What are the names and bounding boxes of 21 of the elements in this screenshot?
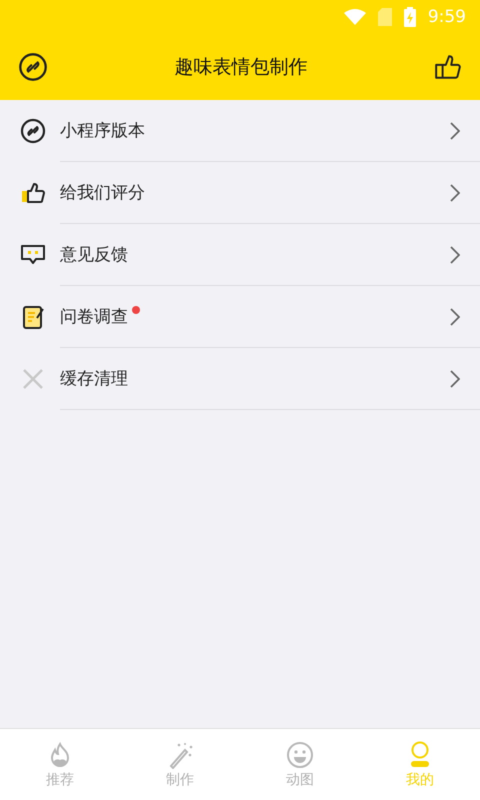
chevron-right-icon[interactable]: [450, 246, 460, 264]
menu-item-label[interactable]: 缓存清理: [60, 367, 128, 390]
chevron-right-icon[interactable]: [450, 308, 460, 326]
battery-charging-icon: [404, 6, 416, 26]
clock-time: 9:59: [428, 6, 466, 26]
thumbs-up-icon: [20, 180, 46, 206]
chevron-right-icon[interactable]: [450, 370, 460, 388]
smiley-icon: [286, 740, 314, 768]
wifi-icon: [344, 8, 366, 24]
chevron-right-icon[interactable]: [450, 122, 460, 140]
link-icon: [20, 118, 46, 144]
menu-item-label[interactable]: 问卷调查: [60, 305, 128, 328]
menu-item-label[interactable]: 给我们评分: [60, 181, 145, 204]
no-sim-icon: [378, 8, 392, 26]
menu-item-label[interactable]: 小程序版本: [60, 119, 145, 142]
menu-item-label[interactable]: 意见反馈: [60, 243, 128, 266]
thumbs-up-icon[interactable]: [434, 52, 462, 80]
link-icon[interactable]: [18, 52, 48, 82]
chevron-right-icon[interactable]: [450, 184, 460, 202]
notepad-icon: [20, 304, 46, 330]
page-title: 趣味表情包制作: [174, 54, 308, 80]
